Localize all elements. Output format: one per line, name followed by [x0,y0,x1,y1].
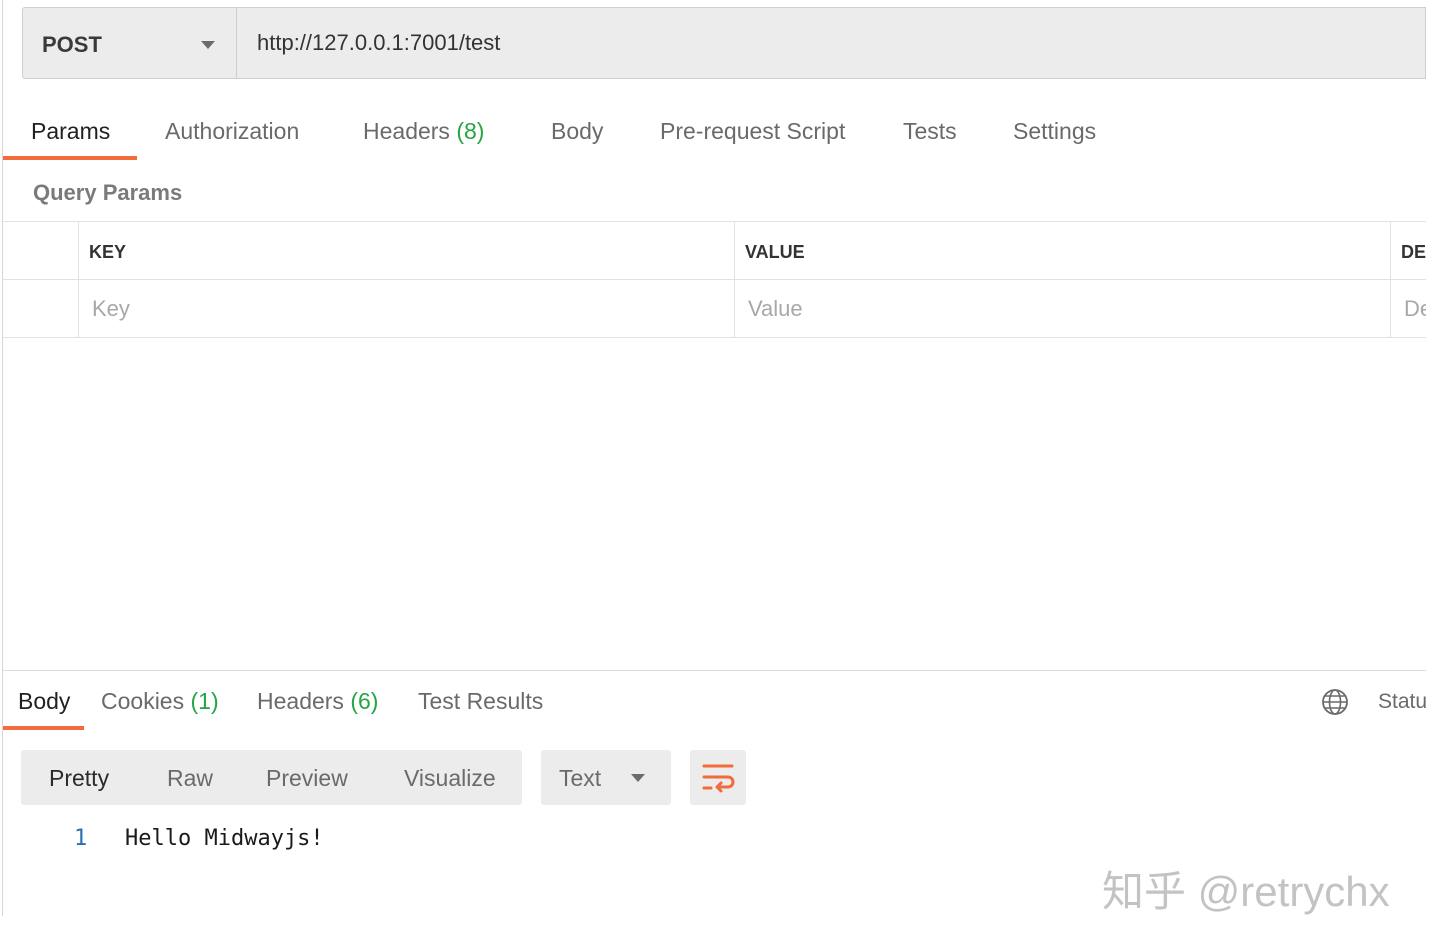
tab-pre-request-script-label: Pre-request Script [660,118,846,144]
chevron-down-icon [631,774,645,782]
table-col-divider [1390,221,1391,337]
description-input[interactable]: De [1404,296,1426,322]
view-preview-button[interactable]: Preview [266,765,348,792]
url-text: http://127.0.0.1:7001/test [257,30,501,55]
url-input[interactable]: http://127.0.0.1:7001/test [236,7,1426,79]
response-tab-body-label: Body [18,688,71,714]
response-tab-cookies-label: Cookies [101,688,185,714]
query-params-title: Query Params [33,180,183,205]
line-number: 1 [74,826,88,851]
left-border [2,0,3,916]
column-header-description: DE [1401,242,1426,262]
view-raw-button[interactable]: Raw [167,765,213,792]
tab-body-label: Body [551,118,604,144]
response-tab-body[interactable]: Body [18,688,70,715]
response-tab-cookies[interactable]: Cookies (1) [101,688,219,715]
wrap-lines-icon [702,764,735,793]
format-label: Text [559,765,602,791]
key-input[interactable]: Key [92,296,130,322]
value-input[interactable]: Value [748,296,803,322]
tab-headers[interactable]: Headers (8) [363,118,484,145]
tab-tests-label: Tests [903,118,957,144]
format-select[interactable]: Text [541,750,671,805]
tab-params-indicator [3,156,137,160]
view-pretty-button[interactable]: Pretty [49,765,109,792]
view-mode-group: Pretty Raw Preview Visualize [21,750,522,805]
tab-headers-count: (8) [456,118,485,144]
table-border-bottom [2,337,1426,338]
tab-pre-request-script[interactable]: Pre-request Script [660,118,845,145]
tab-authorization[interactable]: Authorization [165,118,299,145]
response-tab-test-results-label: Test Results [418,688,544,714]
response-tab-headers-label: Headers [257,688,344,714]
tab-settings-label: Settings [1013,118,1097,144]
tab-settings[interactable]: Settings [1013,118,1096,145]
wrap-lines-button[interactable] [690,750,746,805]
table-col-divider [734,221,735,337]
column-header-value: VALUE [745,242,805,262]
view-visualize-button[interactable]: Visualize [404,765,496,792]
response-tab-headers-count: (6) [350,688,379,714]
table-border-top [2,221,1426,222]
response-tab-body-indicator [3,726,84,730]
tab-authorization-label: Authorization [165,118,300,144]
response-tab-test-results[interactable]: Test Results [418,688,543,715]
tab-body[interactable]: Body [551,118,603,145]
table-col-divider [78,221,79,337]
globe-icon[interactable] [1321,688,1349,716]
method-label: POST [42,32,102,57]
response-body-text: Hello Midwayjs! [125,826,324,851]
method-select[interactable]: POST [22,7,236,79]
response-tab-cookies-count: (1) [190,688,219,714]
chevron-down-icon [201,41,215,49]
response-divider [2,670,1426,671]
tab-params-label: Params [31,118,111,144]
column-header-key: KEY [89,242,127,262]
tab-params[interactable]: Params [31,118,110,145]
tab-headers-label: Headers [363,118,450,144]
response-tab-headers[interactable]: Headers (6) [257,688,378,715]
watermark: 知乎 @retrychx [1102,868,1390,915]
tab-tests[interactable]: Tests [903,118,957,145]
status-label: Statu [1378,690,1426,713]
table-header-divider [2,279,1426,280]
